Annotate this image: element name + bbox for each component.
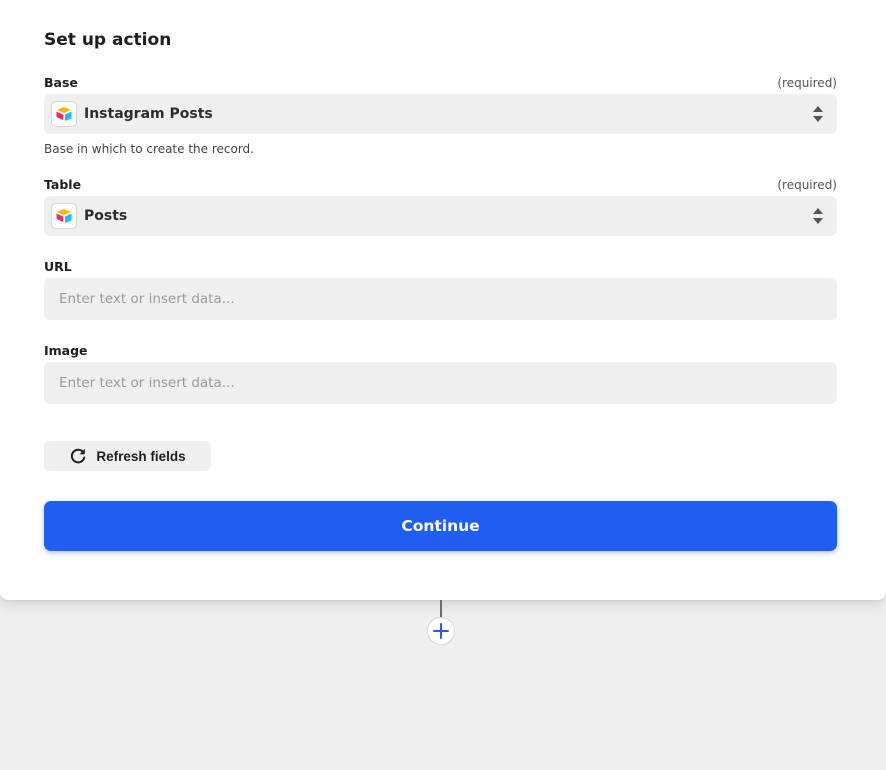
url-input[interactable]	[44, 278, 837, 320]
editor-canvas: Set up action Base (required) Instagram …	[0, 0, 886, 770]
image-input[interactable]	[44, 362, 837, 404]
base-required-indicator: (required)	[777, 76, 837, 90]
setup-action-panel: Set up action Base (required) Instagram …	[0, 0, 886, 600]
sort-arrows-icon	[813, 106, 823, 122]
url-label: URL	[44, 259, 72, 274]
base-help-text: Base in which to create the record.	[44, 142, 254, 156]
image-label: Image	[44, 343, 88, 358]
continue-button[interactable]: Continue	[44, 501, 837, 551]
refresh-fields-button[interactable]: Refresh fields	[44, 441, 211, 471]
table-select-value: Posts	[84, 208, 128, 224]
base-select-value: Instagram Posts	[84, 106, 213, 122]
refresh-icon	[71, 448, 86, 464]
base-select[interactable]: Instagram Posts	[44, 94, 837, 134]
plus-icon	[433, 623, 449, 639]
airtable-icon	[51, 101, 77, 127]
sort-arrows-icon	[813, 208, 823, 224]
airtable-icon	[51, 203, 77, 229]
table-select[interactable]: Posts	[44, 196, 837, 236]
add-step-button[interactable]	[427, 617, 455, 645]
table-required-indicator: (required)	[777, 178, 837, 192]
step-connector	[440, 600, 442, 618]
base-label: Base	[44, 75, 78, 90]
table-label: Table	[44, 177, 82, 192]
refresh-fields-label: Refresh fields	[96, 448, 186, 464]
section-title: Set up action	[44, 30, 172, 50]
